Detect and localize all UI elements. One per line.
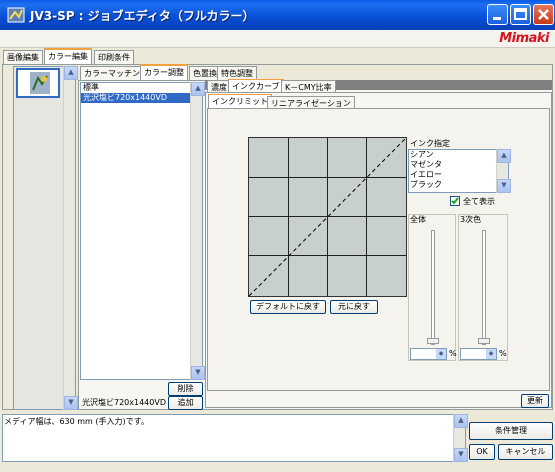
spin-unit-all: % — [449, 349, 457, 358]
slider-label-all: 全体 — [410, 215, 426, 224]
update-button[interactable]: 更新 — [521, 394, 549, 408]
media-list[interactable] — [80, 82, 203, 380]
ink-list-item[interactable]: イエロー — [410, 170, 496, 180]
condition-manager-button[interactable]: 条件管理 — [469, 422, 553, 440]
thumbnail-item[interactable] — [16, 68, 60, 98]
scroll-down-icon[interactable]: ▼ — [454, 448, 468, 462]
window-title: JV3-SP : ジョブエディタ（フルカラー） — [30, 9, 255, 23]
maximize-button[interactable] — [510, 4, 531, 25]
app-icon — [7, 6, 25, 24]
media-list-item[interactable]: 標準 — [81, 83, 190, 93]
minimize-button[interactable] — [487, 4, 508, 25]
tab-color-adjust[interactable]: カラー調整 — [140, 64, 188, 80]
spin-arrows-icon[interactable]: ◆ — [436, 349, 446, 359]
minimize-icon — [493, 17, 501, 20]
tab-k-cmy-ratio[interactable]: K－CMY比率 — [281, 80, 336, 92]
scroll-up-icon[interactable]: ▲ — [191, 82, 205, 96]
ink-limit-graph[interactable] — [248, 137, 407, 297]
default-button[interactable]: デフォルトに戻す — [250, 300, 326, 314]
media-name-field: 光沢塩ビ720x1440VD — [82, 398, 166, 407]
spin-arrows-icon[interactable]: ◆ — [486, 349, 496, 359]
cancel-button[interactable]: キャンセル — [498, 444, 553, 460]
ink-select-title: インク指定 — [410, 139, 450, 148]
image-thumbnail-icon — [30, 72, 50, 94]
ok-button[interactable]: OK — [469, 444, 495, 460]
tab-print-conditions[interactable]: 印刷条件 — [94, 50, 134, 64]
close-button[interactable] — [533, 4, 554, 25]
scroll-down-icon[interactable]: ▼ — [191, 366, 205, 380]
checkmark-icon — [451, 197, 459, 205]
ink-list-item[interactable]: シアン — [410, 150, 496, 160]
scroll-down-icon[interactable]: ▼ — [497, 179, 511, 193]
brand-logo: Mimaki — [499, 31, 549, 46]
message-scrollbar[interactable]: ▲ ▼ — [453, 414, 468, 462]
maximize-icon — [514, 8, 527, 20]
scroll-down-icon[interactable]: ▼ — [64, 396, 78, 410]
scroll-up-icon[interactable]: ▲ — [497, 149, 511, 163]
tab-ink-limit[interactable]: インクリミット — [208, 94, 272, 108]
scroll-up-icon[interactable]: ▲ — [64, 66, 78, 80]
toolbar-strip — [0, 30, 555, 48]
tab-spot-color[interactable]: 特色調整 — [217, 66, 257, 80]
tab-ink-curve[interactable]: インクカーブ — [228, 79, 284, 93]
spin-tertiary[interactable]: ◆ — [460, 348, 497, 360]
tab-linearization[interactable]: リニアライゼーション — [267, 96, 355, 108]
media-list-item-selected[interactable]: 光沢塩ビ720x1440VD — [81, 93, 190, 103]
close-icon — [538, 9, 549, 20]
revert-button[interactable]: 元に戻す — [330, 300, 378, 314]
status-message: メディア幅は、630 mm (手入力)です。 — [4, 417, 149, 426]
add-button[interactable]: 追加 — [168, 396, 203, 410]
ink-list-item[interactable]: マゼンタ — [410, 160, 496, 170]
ink-list-scrollbar[interactable]: ▲ ▼ — [496, 149, 511, 193]
thumbnail-scrollbar[interactable]: ▲ ▼ — [63, 66, 78, 410]
show-all-checkbox[interactable] — [450, 196, 460, 206]
slider-track-all[interactable] — [431, 230, 435, 345]
tab-image-edit[interactable]: 画像編集 — [3, 50, 43, 64]
ink-curve-chart — [249, 138, 406, 296]
scroll-up-icon[interactable]: ▲ — [454, 414, 468, 428]
slider-track-tertiary[interactable] — [482, 230, 486, 345]
ink-list-item[interactable]: ブラック — [410, 180, 496, 190]
show-all-label: 全て表示 — [463, 197, 495, 206]
tab-color-edit[interactable]: カラー編集 — [44, 48, 92, 64]
slider-thumb-all[interactable] — [427, 338, 439, 344]
slider-label-tertiary: 3次色 — [460, 215, 482, 224]
spin-all[interactable]: ◆ — [410, 348, 447, 360]
delete-button[interactable]: 削除 — [168, 382, 203, 396]
slider-thumb-tertiary[interactable] — [478, 338, 490, 344]
media-list-scrollbar[interactable]: ▲ ▼ — [190, 82, 205, 380]
spin-unit-tertiary: % — [499, 349, 507, 358]
